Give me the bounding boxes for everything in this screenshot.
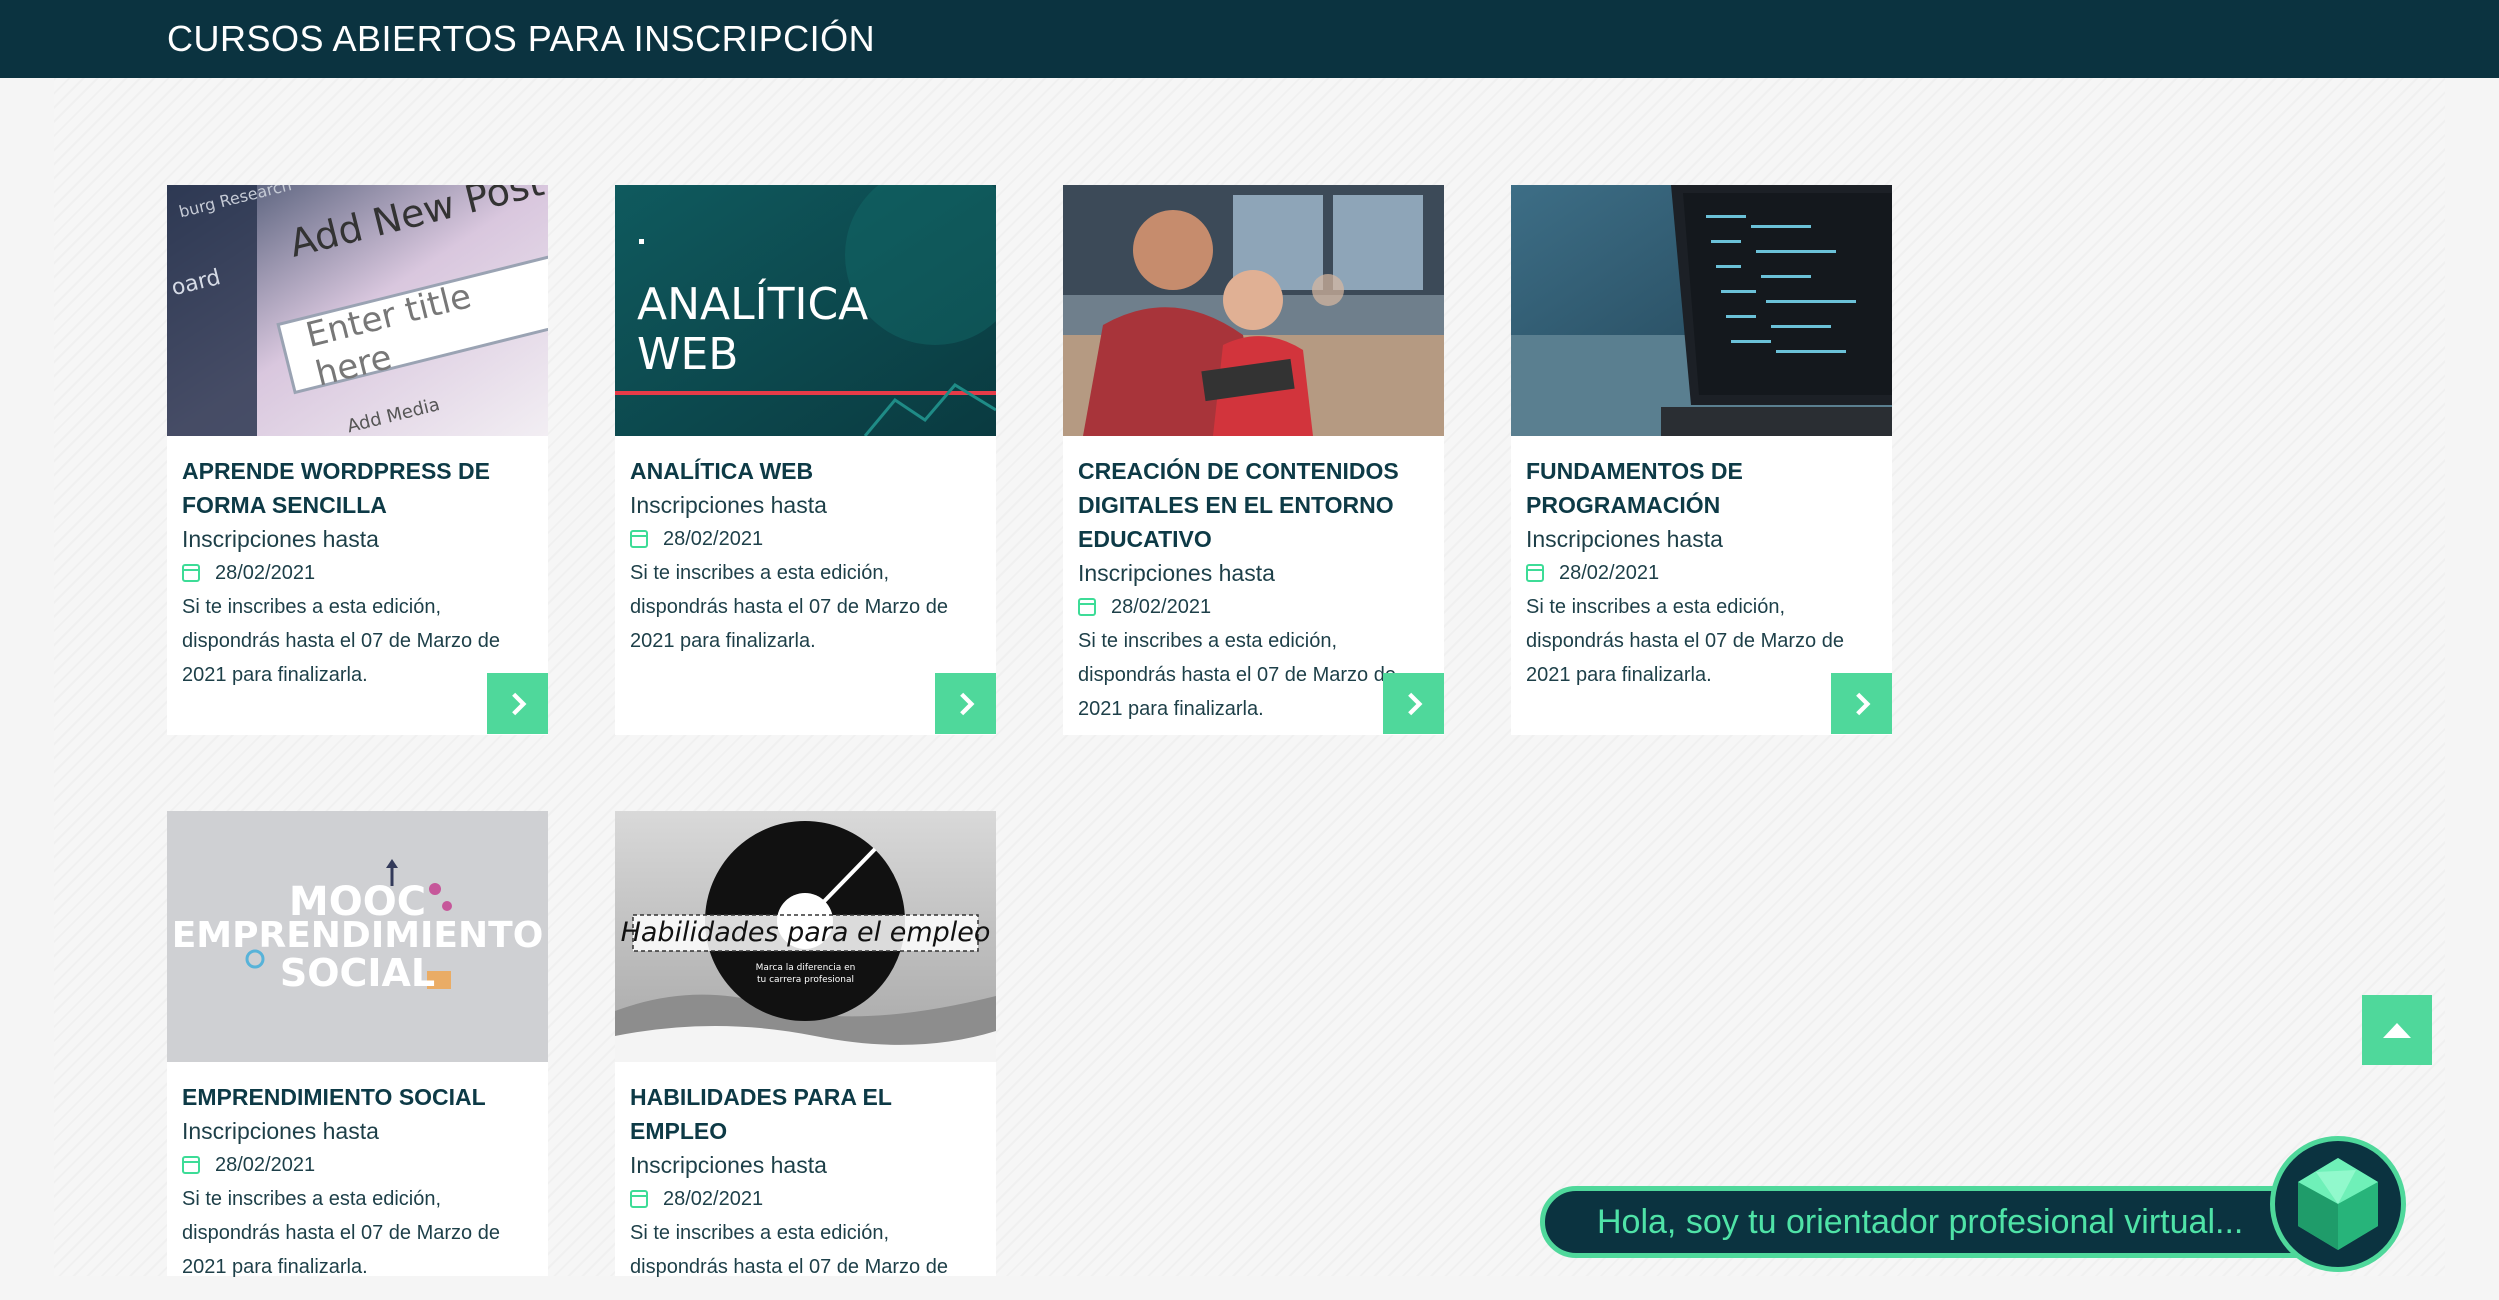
enrollment-date: 28/02/2021: [630, 522, 981, 556]
enrollment-date: 28/02/2021: [1526, 556, 1877, 590]
course-title[interactable]: CREACIÓN DE CONTENIDOS DIGITALES EN EL E…: [1078, 454, 1429, 556]
view-course-button[interactable]: [935, 673, 996, 734]
course-title[interactable]: FUNDAMENTOS DE PROGRAMACIÓN: [1526, 454, 1877, 522]
enrollment-date: 28/02/2021: [630, 1182, 981, 1216]
enrollment-label: Inscripciones hasta: [182, 1118, 379, 1144]
chat-greeting: Hola, soy tu orientador profesional virt…: [1597, 1202, 2244, 1241]
date-text: 28/02/2021: [215, 1154, 316, 1176]
date-text: 28/02/2021: [1559, 562, 1660, 584]
course-card-habilidades-empleo[interactable]: Habilidades para el empleo Marca la dife…: [615, 811, 996, 1278]
course-card-emprendimiento-social[interactable]: MOOC EMPRENDIMIENTO SOCIAL EMPRENDIMIENT…: [167, 811, 548, 1278]
enrollment-label: Inscripciones hasta: [630, 492, 827, 518]
course-image-programacion: [1511, 185, 1892, 436]
view-course-button[interactable]: [1831, 673, 1892, 734]
virtual-advisor-chat[interactable]: Hola, soy tu orientador profesional virt…: [1540, 1186, 2340, 1258]
course-image-habilidades-empleo: Habilidades para el empleo Marca la dife…: [615, 811, 996, 1062]
image-caption-habilidades: Habilidades para el empleo: [620, 917, 991, 948]
course-image-analitica-web: ANALÍTICA WEB: [615, 185, 996, 436]
course-title[interactable]: EMPRENDIMIENTO SOCIAL: [182, 1080, 533, 1114]
arrow-up-icon: [2383, 1023, 2411, 1038]
course-card-analitica-web[interactable]: ANALÍTICA WEB ANALÍTICA WEB Inscripcione…: [615, 185, 996, 735]
course-image-wordpress: Add New Post Enter title here Add Media …: [167, 185, 548, 436]
date-text: 28/02/2021: [1111, 596, 1212, 618]
course-title[interactable]: HABILIDADES PARA EL EMPLEO: [630, 1080, 981, 1148]
gem-icon: [2298, 1158, 2378, 1250]
image-caption-emprendimiento: EMPRENDIMIENTO: [171, 915, 544, 956]
enrollment-date: 28/02/2021: [182, 1148, 533, 1182]
enrollment-date: 28/02/2021: [1078, 590, 1429, 624]
course-description: Si te inscribes a esta edición, dispondr…: [630, 562, 948, 652]
enrollment-label: Inscripciones hasta: [1526, 526, 1723, 552]
page-title: CURSOS ABIERTOS PARA INSCRIPCIÓN: [167, 18, 876, 59]
image-caption-carrera: tu carrera profesional: [756, 975, 855, 985]
enrollment-label: Inscripciones hasta: [1078, 560, 1275, 586]
course-description: Si te inscribes a esta edición, dispondr…: [630, 1222, 948, 1278]
date-text: 28/02/2021: [663, 1188, 764, 1210]
course-title[interactable]: ANALÍTICA WEB: [630, 454, 981, 488]
course-description: Si te inscribes a esta edición, dispondr…: [1526, 596, 1844, 686]
chevron-right-icon: [1855, 692, 1870, 715]
page-header: CURSOS ABIERTOS PARA INSCRIPCIÓN: [0, 0, 2499, 78]
chevron-right-icon: [1407, 692, 1422, 715]
calendar-icon: [630, 530, 648, 548]
course-title[interactable]: APRENDE WORDPRESS DE FORMA SENCILLA: [182, 454, 533, 522]
chevron-right-icon: [511, 692, 526, 715]
calendar-icon: [182, 564, 200, 582]
view-course-button[interactable]: [1383, 673, 1444, 734]
date-text: 28/02/2021: [663, 528, 764, 550]
chevron-right-icon: [959, 692, 974, 715]
course-description: Si te inscribes a esta edición, dispondr…: [182, 596, 500, 686]
calendar-icon: [182, 1156, 200, 1174]
enrollment-label: Inscripciones hasta: [630, 1152, 827, 1178]
course-card-contenidos-digitales[interactable]: CREACIÓN DE CONTENIDOS DIGITALES EN EL E…: [1063, 185, 1444, 735]
calendar-icon: [630, 1190, 648, 1208]
enrollment-label: Inscripciones hasta: [182, 526, 379, 552]
view-course-button[interactable]: [487, 673, 548, 734]
course-image-contenidos-digitales: [1063, 185, 1444, 436]
image-caption-analitica: ANALÍTICA: [637, 279, 869, 330]
scroll-to-top-button[interactable]: [2362, 995, 2432, 1065]
date-text: 28/02/2021: [215, 562, 316, 584]
course-card-programacion[interactable]: FUNDAMENTOS DE PROGRAMACIÓN Inscripcione…: [1511, 185, 1892, 735]
course-description: Si te inscribes a esta edición, dispondr…: [182, 1188, 500, 1278]
course-description: Si te inscribes a esta edición, dispondr…: [1078, 630, 1396, 720]
enrollment-date: 28/02/2021: [182, 556, 533, 590]
image-caption-social: SOCIAL: [279, 951, 436, 995]
advisor-bot-avatar[interactable]: [2270, 1136, 2406, 1272]
image-caption-marca: Marca la diferencia en: [755, 963, 856, 973]
image-caption-web: WEB: [637, 329, 739, 380]
course-image-emprendimiento-social: MOOC EMPRENDIMIENTO SOCIAL: [167, 811, 548, 1062]
calendar-icon: [1526, 564, 1544, 582]
course-card-wordpress[interactable]: Add New Post Enter title here Add Media …: [167, 185, 548, 735]
calendar-icon: [1078, 598, 1096, 616]
